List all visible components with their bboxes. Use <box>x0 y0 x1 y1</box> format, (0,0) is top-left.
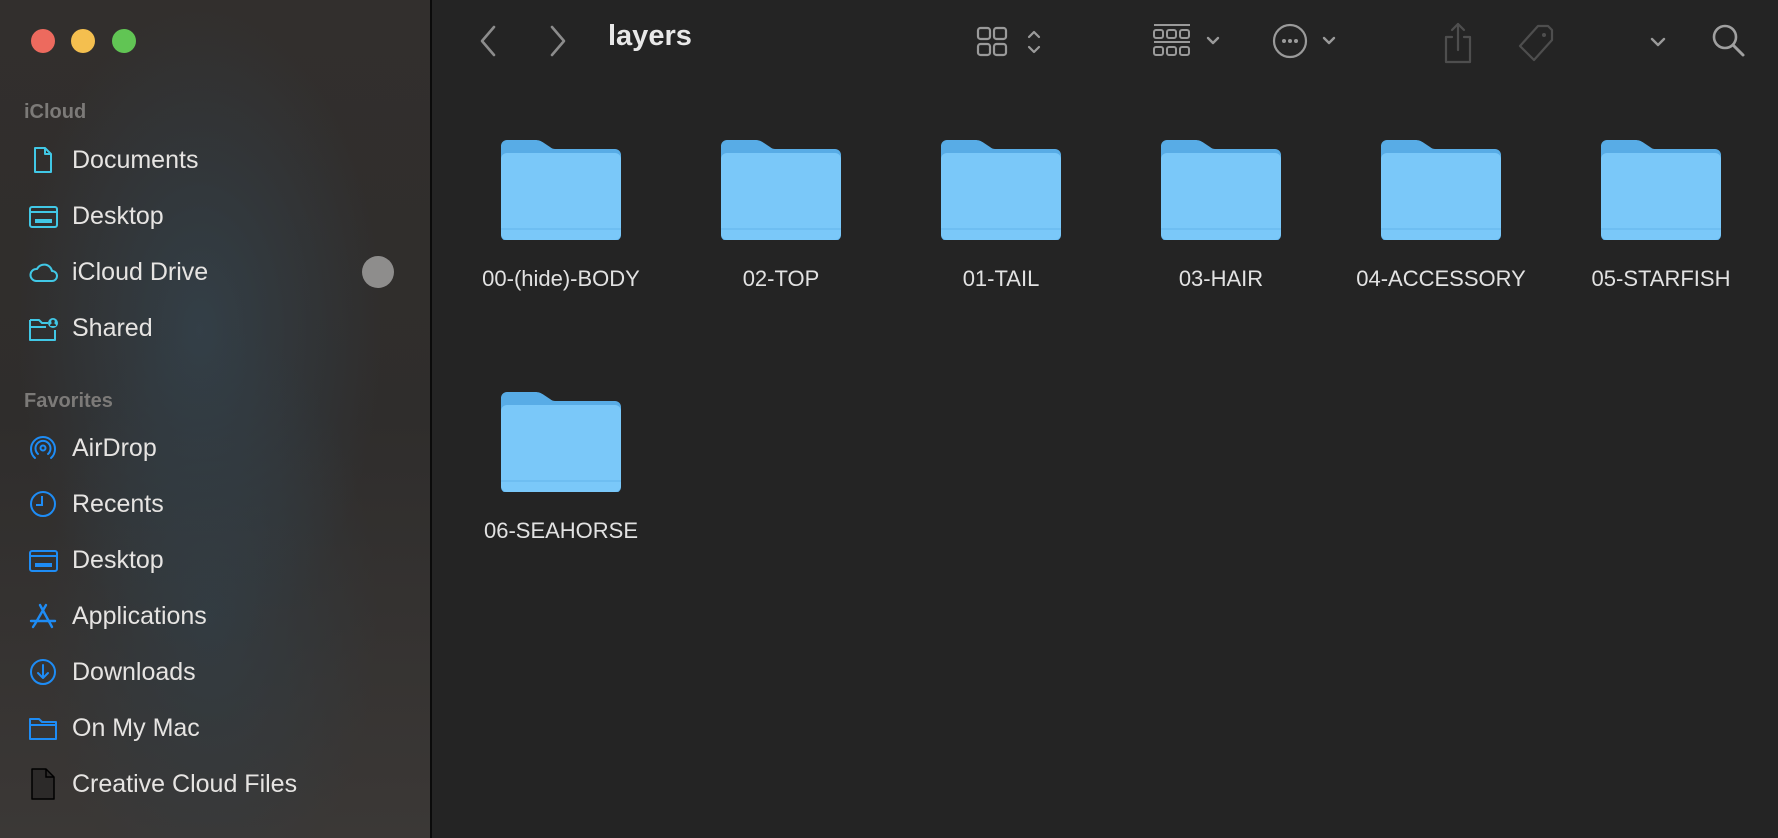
sidebar-item-label: Downloads <box>72 657 196 686</box>
folder-item[interactable]: 03-HAIR <box>1111 138 1331 338</box>
more-actions-button[interactable] <box>1270 20 1346 64</box>
sidebar-item-label: Shared <box>72 313 153 342</box>
search-button[interactable] <box>1708 20 1750 62</box>
tag-button[interactable] <box>1514 20 1558 66</box>
chevron-right-icon <box>550 25 566 57</box>
sidebar-item-label: iCloud Drive <box>72 257 209 286</box>
chevron-left-icon <box>480 25 496 57</box>
sidebar-item-label: Recents <box>72 489 164 518</box>
folder-item[interactable]: 00-(hide)-BODY <box>451 138 671 338</box>
window-title: layers <box>608 20 692 52</box>
sidebar-item-label: On My Mac <box>72 713 200 742</box>
sidebar-item-label: Desktop <box>72 201 164 230</box>
share-icon <box>1444 22 1472 64</box>
ellipsis-circle-icon <box>1272 23 1336 59</box>
folder-item[interactable]: 01-TAIL <box>891 138 1111 338</box>
shared-folder-icon <box>27 312 59 344</box>
minimize-window-button[interactable] <box>71 29 95 53</box>
icon-grid-view-icon <box>976 26 1041 57</box>
cloud-icon <box>27 256 59 288</box>
sidebar-item-creative-cloud-files[interactable]: Creative Cloud Files <box>0 762 420 806</box>
view-mode-button[interactable] <box>972 22 1048 62</box>
sidebar-item-documents[interactable]: Documents <box>0 138 420 182</box>
clock-icon <box>27 488 59 520</box>
sidebar-item-airdrop[interactable]: AirDrop <box>0 426 420 470</box>
sidebar-item-desktop-icloud[interactable]: Desktop <box>0 194 420 238</box>
sidebar-item-recents[interactable]: Recents <box>0 482 420 526</box>
folder-item[interactable]: 06-SEAHORSE <box>451 390 671 590</box>
document-icon <box>27 144 59 176</box>
folder-name: 05-STARFISH <box>1591 266 1731 291</box>
sidebar-item-icloud-drive[interactable]: iCloud Drive <box>0 250 420 294</box>
folder-icon <box>1601 140 1721 240</box>
folder-item[interactable]: 02-TOP <box>671 138 891 338</box>
download-icon <box>27 656 59 688</box>
airdrop-icon <box>27 432 59 464</box>
sidebar-item-label: Documents <box>72 145 199 174</box>
sidebar-item-label: Desktop <box>72 545 164 574</box>
applications-icon <box>27 600 59 632</box>
folder-name: 03-HAIR <box>1178 266 1264 291</box>
folder-name: 00-(hide)-BODY <box>482 266 640 291</box>
folder-name: 04-ACCESSORY <box>1356 266 1526 291</box>
sidebar-item-desktop[interactable]: Desktop <box>0 538 420 582</box>
group-by-button[interactable] <box>1150 20 1226 64</box>
sidebar-item-label: Creative Cloud Files <box>72 769 298 798</box>
folder-icon <box>1381 140 1501 240</box>
toolbar-overflow-button[interactable] <box>1644 28 1672 56</box>
desktop-icon <box>27 200 59 232</box>
folder-icon <box>1161 140 1281 240</box>
chevron-down-icon <box>1650 37 1666 47</box>
folder-name: 01-TAIL <box>962 266 1040 291</box>
sidebar: iCloud Documents Desktop iCloud Drive Sh… <box>0 0 430 838</box>
sidebar-item-shared[interactable]: Shared <box>0 306 420 350</box>
folder-icon <box>501 392 621 492</box>
folder-name: 02-TOP <box>742 266 820 291</box>
folder-icon <box>721 140 841 240</box>
folder-item[interactable]: 04-ACCESSORY <box>1331 138 1551 338</box>
sync-progress-badge <box>362 256 394 288</box>
sidebar-item-applications[interactable]: Applications <box>0 594 420 638</box>
sidebar-item-label: Applications <box>72 601 207 630</box>
sidebar-section-icloud: iCloud <box>24 101 87 123</box>
sidebar-item-label: AirDrop <box>72 433 157 462</box>
folder-name: 06-SEAHORSE <box>483 518 639 543</box>
sidebar-section-favorites: Favorites <box>24 390 113 412</box>
blank-document-icon <box>27 768 59 800</box>
sidebar-divider[interactable] <box>430 0 432 838</box>
folder-item[interactable]: 05-STARFISH <box>1551 138 1771 338</box>
zoom-window-button[interactable] <box>112 29 136 53</box>
close-window-button[interactable] <box>31 29 55 53</box>
group-by-icon <box>1153 24 1220 56</box>
forward-button[interactable] <box>542 22 574 60</box>
search-icon <box>1712 24 1745 57</box>
sidebar-item-on-my-mac[interactable]: On My Mac <box>0 706 420 750</box>
folder-icon <box>27 712 59 744</box>
folder-icon <box>941 140 1061 240</box>
share-button[interactable] <box>1440 20 1476 66</box>
folder-icon <box>501 140 621 240</box>
back-button[interactable] <box>472 22 504 60</box>
sidebar-item-downloads[interactable]: Downloads <box>0 650 420 694</box>
tag-icon <box>1518 24 1554 62</box>
desktop-icon <box>27 544 59 576</box>
